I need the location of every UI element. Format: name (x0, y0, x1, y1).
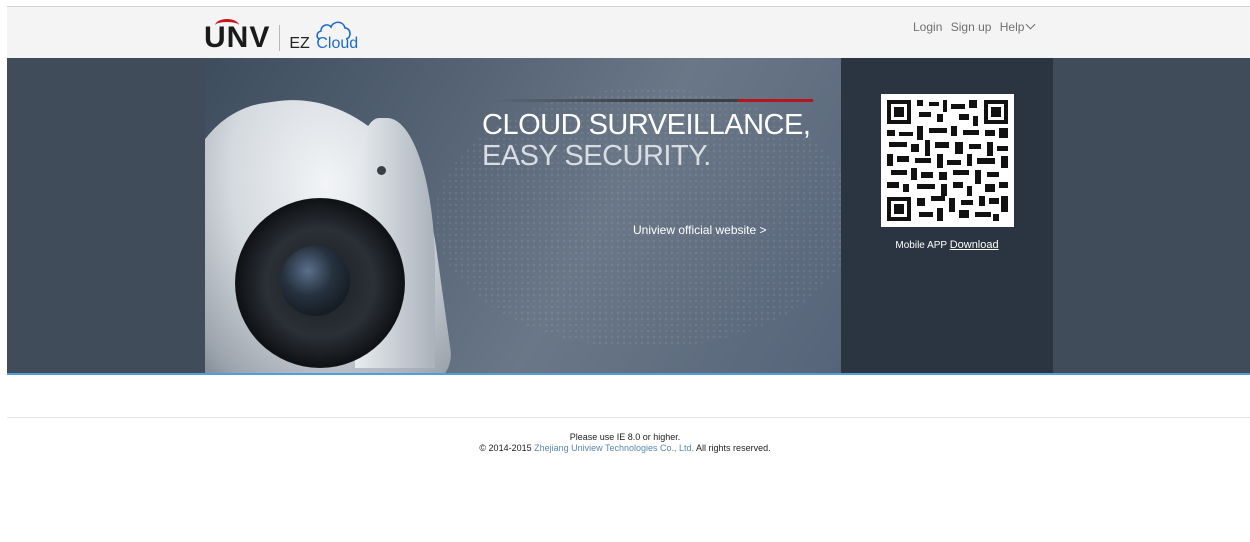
qr-code (881, 94, 1014, 227)
mobile-app-label: Mobile APP (895, 240, 950, 251)
camera-screw (377, 166, 386, 175)
ezcloud-logo: EZ Cloud (289, 19, 359, 53)
qr-code-icon (881, 94, 1014, 227)
header: UNV EZ Cloud Login Sign up Help (7, 6, 1250, 58)
camera-lens-glass (280, 246, 350, 316)
product-suffix: Cloud (316, 35, 359, 52)
help-menu[interactable]: Help (999, 19, 1036, 34)
login-link[interactable]: Login (913, 20, 942, 34)
copyright: © 2014-2015 Zhejiang Uniview Technologie… (0, 443, 1250, 454)
app-download-panel: Mobile APP Download (841, 58, 1053, 373)
footer: Please use IE 8.0 or higher. © 2014-2015… (0, 432, 1250, 454)
download-link[interactable]: Download (950, 239, 999, 251)
hero-banner: CLOUD SURVEILLANCE, EASY SECURITY. Univi… (7, 58, 1250, 375)
product-prefix: EZ (289, 35, 310, 52)
mobile-app-line: Mobile APP Download (841, 239, 1053, 251)
page: UNV EZ Cloud Login Sign up Help CLOUD SU… (0, 0, 1250, 542)
unv-logo: UNV (204, 19, 270, 53)
copyright-suffix: All rights reserved. (694, 443, 771, 453)
hero-headline: CLOUD SURVEILLANCE, EASY SECURITY. (482, 109, 811, 172)
company-name: Zhejiang Uniview Technologies Co., Ltd. (534, 443, 695, 453)
chevron-down-icon (1026, 19, 1036, 30)
browser-requirement: Please use IE 8.0 or higher. (569, 432, 681, 442)
headline-rule (490, 99, 740, 102)
headline-line-1: CLOUD SURVEILLANCE, (482, 109, 811, 141)
headline-line-2: EASY SECURITY. (482, 140, 711, 172)
official-website-link[interactable]: Uniview official website > (633, 223, 767, 237)
brand-logo[interactable]: UNV EZ Cloud (204, 19, 359, 53)
help-label: Help (999, 20, 1025, 34)
logo-arc-icon (215, 19, 239, 32)
headline-accent (738, 99, 813, 102)
footer-divider (7, 417, 1250, 418)
logo-divider (279, 25, 281, 51)
hero-image: CLOUD SURVEILLANCE, EASY SECURITY. Univi… (205, 58, 842, 373)
copyright-prefix: © 2014-2015 (479, 443, 535, 453)
top-nav: Login Sign up Help (913, 19, 1039, 34)
signup-link[interactable]: Sign up (951, 20, 992, 34)
